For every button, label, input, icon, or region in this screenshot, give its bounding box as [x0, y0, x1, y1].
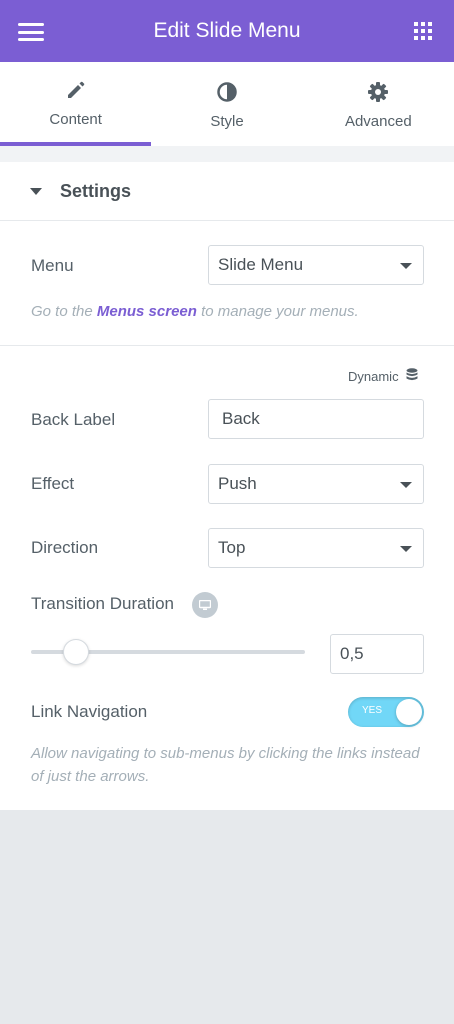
pencil-icon [65, 77, 87, 103]
transition-duration-label: Transition Duration [31, 594, 174, 613]
link-navigation-label: Link Navigation [31, 702, 148, 721]
gear-icon [367, 79, 389, 105]
dynamic-label: Dynamic [348, 369, 399, 384]
menu-label: Menu [31, 256, 74, 275]
transition-duration-input[interactable] [330, 634, 424, 674]
tab-style-label: Style [210, 112, 244, 130]
settings-section-header[interactable]: Settings [0, 162, 454, 221]
effect-label: Effect [31, 474, 75, 493]
menu-select[interactable]: Slide Menu [208, 245, 424, 285]
tab-advanced[interactable]: Advanced [302, 62, 454, 146]
menu-note-suffix: to manage your menus. [196, 303, 359, 320]
link-navigation-toggle[interactable]: YES [348, 697, 424, 727]
divider [0, 345, 454, 346]
page-title: Edit Slide Menu [153, 19, 301, 42]
chevron-down-icon [400, 263, 412, 269]
slider-handle[interactable] [63, 639, 89, 665]
tab-advanced-label: Advanced [344, 112, 412, 130]
grid-icon[interactable] [414, 22, 432, 40]
tab-content-label: Content [49, 110, 102, 128]
hamburger-icon[interactable] [18, 23, 44, 41]
menu-note-prefix: Go to the [31, 303, 97, 320]
effect-select[interactable]: Push [208, 464, 424, 504]
editor-header: Edit Slide Menu [0, 0, 454, 62]
database-icon [406, 368, 418, 385]
tabs-separator [0, 146, 454, 162]
tab-bar: Content Style Advanced [0, 62, 454, 146]
menu-note: Go to the Menus screen to manage your me… [31, 300, 359, 323]
toggle-yes-text: YES [362, 705, 383, 716]
direction-select[interactable]: Top [208, 528, 424, 568]
link-navigation-description: Allow navigating to sub-menus by clickin… [31, 745, 420, 785]
toggle-knob [396, 699, 422, 725]
settings-panel: Settings Menu Slide Menu Go to the Menus… [0, 162, 454, 810]
effect-select-value: Push [218, 474, 257, 493]
monitor-icon[interactable] [192, 592, 218, 618]
half-circle-icon [216, 79, 238, 105]
chevron-down-icon [400, 482, 412, 488]
section-title: Settings [60, 180, 132, 201]
back-label-label: Back Label [31, 410, 116, 429]
caret-down-icon [30, 187, 42, 195]
dynamic-tags-button[interactable]: Dynamic [348, 368, 418, 385]
menu-select-value: Slide Menu [218, 255, 304, 274]
menus-screen-link[interactable]: Menus screen [97, 303, 197, 320]
tab-content[interactable]: Content [0, 62, 152, 146]
tab-style[interactable]: Style [151, 62, 303, 146]
direction-select-value: Top [218, 538, 246, 557]
chevron-down-icon [400, 546, 412, 552]
back-label-input[interactable] [208, 399, 424, 439]
direction-label: Direction [31, 538, 99, 557]
